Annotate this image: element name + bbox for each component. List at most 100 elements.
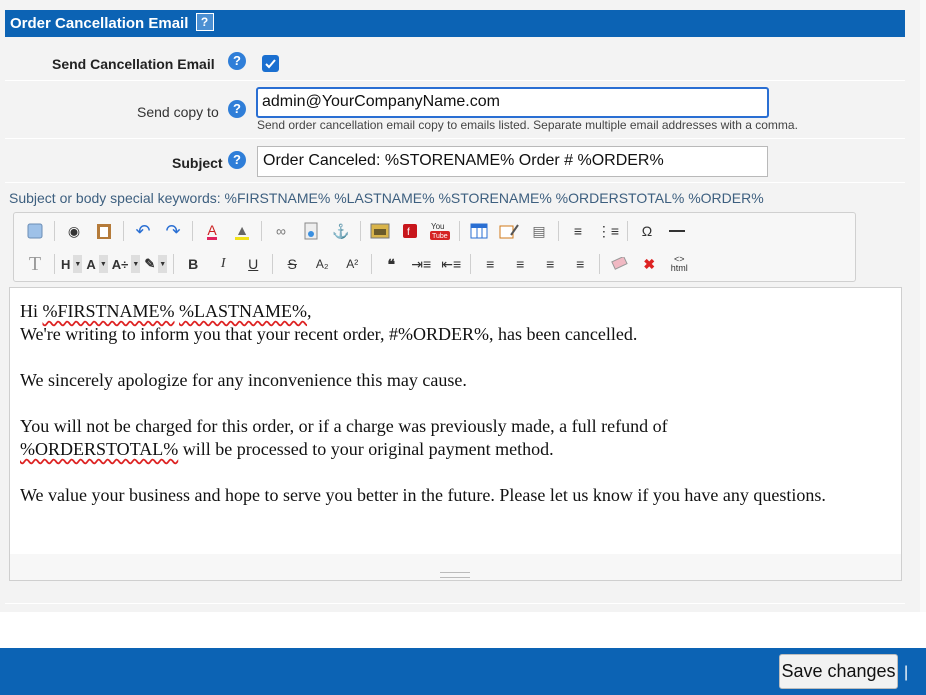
toolbar-row-2: T H ▼ A ▼ A÷ ▼ ✎ ▼ B I U S A₂ A² ❝ ⇥≡ ⇤≡ ≡ ≡… (20, 249, 694, 279)
align-center-icon[interactable]: ≡ (505, 252, 535, 276)
numbered-list-icon[interactable]: ≡ (563, 219, 593, 243)
align-justify-icon[interactable]: ≡ (565, 252, 595, 276)
chevron-down-icon: ▼ (73, 255, 83, 273)
special-char-icon[interactable]: Ω (632, 219, 662, 243)
question-icon[interactable]: ? (228, 151, 246, 169)
toolbar-separator (54, 254, 55, 274)
flash-icon[interactable]: f (395, 219, 425, 243)
save-button[interactable]: Save changes (779, 654, 898, 689)
page-break-icon[interactable]: ▤ (524, 219, 554, 243)
bold-button[interactable]: B (178, 252, 208, 276)
undo-icon[interactable]: ↶ (128, 219, 158, 243)
keywords-hint: Subject or body special keywords: %FIRST… (9, 190, 764, 206)
underline-button[interactable]: U (238, 252, 268, 276)
chevron-down-icon: ▼ (158, 255, 168, 273)
table-icon[interactable] (464, 219, 494, 243)
strike-button[interactable]: S (277, 252, 307, 276)
keyword-lastname: %LASTNAME% (179, 301, 308, 321)
send-email-label: Send Cancellation Email (52, 56, 215, 72)
align-right-icon[interactable]: ≡ (535, 252, 565, 276)
svg-text:You: You (431, 222, 445, 231)
table-edit-icon[interactable] (494, 219, 524, 243)
footer-divider: | (904, 664, 909, 681)
editor-line: %ORDERSTOTAL% will be processed to your … (20, 438, 891, 461)
toolbar-separator (173, 254, 175, 274)
editor-line: Hi %FIRSTNAME% %LASTNAME%, (20, 300, 891, 323)
toolbar-separator (627, 221, 628, 241)
bg-color-icon[interactable]: ▲ (227, 219, 257, 243)
text: will be processed to your original payme… (178, 439, 554, 459)
subject-label: Subject (172, 155, 223, 171)
editor-line: We value your business and hope to serve… (20, 485, 826, 505)
html-source-button[interactable]: <> html (664, 252, 694, 276)
svg-text:f: f (407, 227, 410, 238)
toolbar-row-1: ◉ ↶ ↷ A ▲ ∞ ⚓ f You Tube ▤ ≡ ⋮≡ Ω (20, 216, 692, 246)
anchor-icon[interactable]: ⚓ (326, 219, 356, 243)
keyword-firstname: %FIRSTNAME% (42, 301, 175, 321)
subscript-button[interactable]: A₂ (307, 252, 337, 276)
align-left-icon[interactable]: ≡ (475, 252, 505, 276)
redo-icon[interactable]: ↷ (158, 219, 188, 243)
indent-icon[interactable]: ⇥≡ (406, 252, 436, 276)
send-copy-label: Send copy to (137, 104, 219, 120)
rich-text-editor: Hi %FIRSTNAME% %LASTNAME%, We're writing… (9, 287, 902, 581)
size-dropdown[interactable]: A÷ ▼ (110, 252, 143, 276)
text-style-icon[interactable]: T (20, 252, 50, 276)
text-color-icon[interactable]: A (197, 219, 227, 243)
text: , (307, 301, 312, 321)
font-dropdown[interactable]: A ▼ (84, 252, 109, 276)
row-divider (5, 182, 905, 183)
toolbar-separator (54, 221, 55, 241)
html-label: html (670, 263, 688, 273)
question-icon[interactable]: ? (228, 100, 246, 118)
toolbar-separator (192, 221, 193, 241)
text: Hi (20, 301, 43, 321)
outdent-icon[interactable]: ⇤≡ (436, 252, 466, 276)
heading-label: H (61, 256, 71, 272)
send-email-checkbox[interactable] (262, 55, 279, 72)
editor-content[interactable]: Hi %FIRSTNAME% %LASTNAME%, We're writing… (10, 288, 901, 554)
row-divider (5, 603, 905, 604)
blockquote-button[interactable]: ❝ (376, 252, 406, 276)
horizontal-rule-icon[interactable] (662, 219, 692, 243)
row-divider (5, 138, 905, 139)
source-icon[interactable] (20, 219, 50, 243)
format-dropdown[interactable]: ✎ ▼ (142, 252, 169, 276)
editor-line: We're writing to inform you that your re… (20, 324, 638, 344)
link-icon[interactable]: ∞ (266, 219, 296, 243)
toolbar-separator (459, 221, 460, 241)
youtube-icon[interactable]: You Tube (425, 219, 455, 243)
heading-dropdown[interactable]: H ▼ (59, 252, 84, 276)
editor-line: We sincerely apologize for any inconveni… (20, 370, 467, 390)
check-icon (265, 59, 276, 69)
toolbar-separator (360, 221, 361, 241)
document-icon[interactable] (296, 219, 326, 243)
help-icon[interactable]: ? (195, 13, 214, 31)
superscript-button[interactable]: A² (337, 252, 367, 276)
section-title: Order Cancellation Email (10, 15, 189, 32)
toolbar-separator (470, 254, 472, 274)
paste-icon[interactable] (89, 219, 119, 243)
send-copy-input[interactable]: admin@YourCompanyName.com (256, 87, 769, 118)
remove-format-icon[interactable]: ✖ (634, 252, 664, 276)
subject-input[interactable]: Order Canceled: %STORENAME% Order # %ORD… (257, 146, 768, 177)
question-icon[interactable]: ? (228, 52, 246, 70)
editor-blank (20, 461, 891, 484)
image-icon[interactable] (365, 219, 395, 243)
editor-blank (20, 392, 891, 415)
editor-toolbar: ◉ ↶ ↷ A ▲ ∞ ⚓ f You Tube ▤ ≡ ⋮≡ Ω T H ▼ A ▼… (13, 212, 856, 282)
toolbar-separator (123, 221, 124, 241)
section-header: Order Cancellation Email ? (5, 10, 905, 37)
italic-button[interactable]: I (208, 252, 238, 276)
eraser-icon[interactable] (604, 252, 634, 276)
binoculars-icon[interactable]: ◉ (59, 219, 89, 243)
bulleted-list-icon[interactable]: ⋮≡ (593, 219, 623, 243)
editor-resize-handle[interactable] (440, 572, 470, 578)
editor-line: You will not be charged for this order, … (20, 416, 668, 436)
svg-text:Tube: Tube (432, 233, 448, 240)
panel-edge (920, 0, 926, 612)
font-label: A (86, 256, 96, 272)
size-label: A÷ (111, 256, 129, 272)
toolbar-separator (272, 254, 274, 274)
keyword-orderstotal: %ORDERSTOTAL% (20, 439, 179, 459)
